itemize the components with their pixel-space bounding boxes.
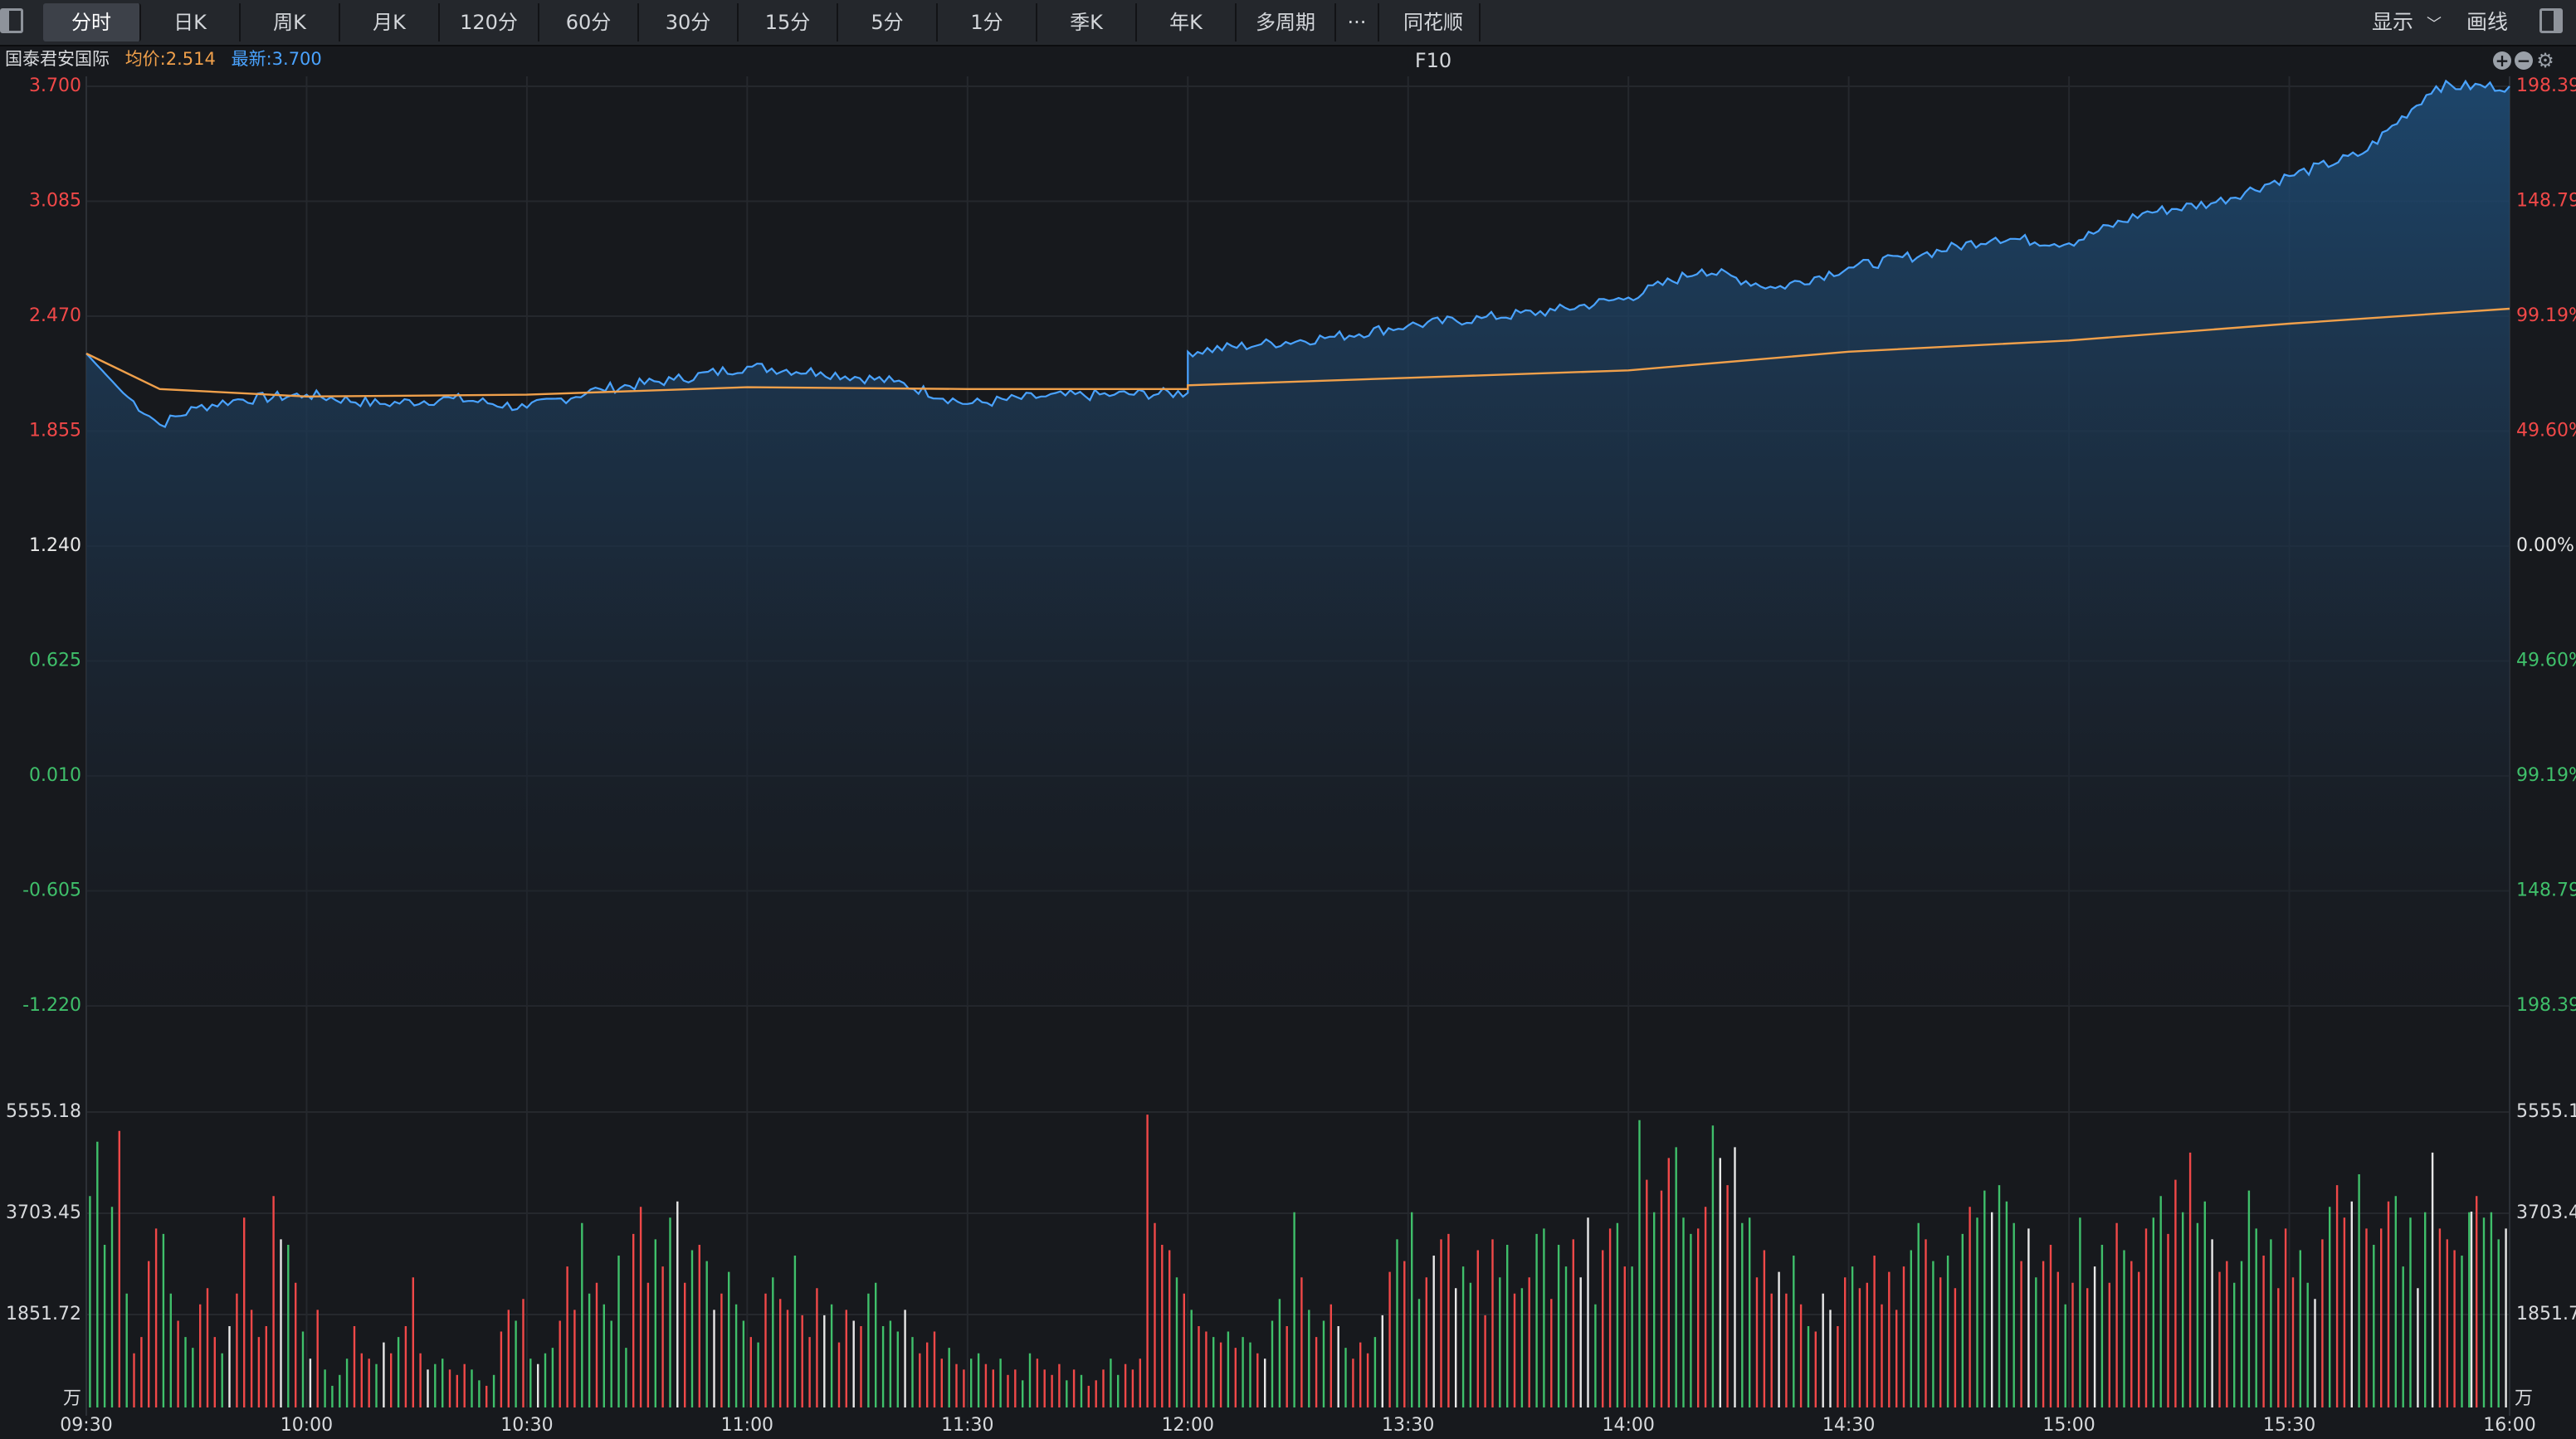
- price-area-fill: [86, 80, 2510, 1006]
- x-tick-8: 14:30: [1822, 1415, 1875, 1436]
- y-tick-left-0: 3.700: [29, 76, 81, 96]
- x-tick-5: 12:00: [1162, 1415, 1214, 1436]
- vol-unit-right: 万: [2515, 1388, 2533, 1409]
- y-tick-left-8: -1.220: [22, 995, 81, 1016]
- x-tick-9: 15:00: [2042, 1415, 2095, 1436]
- y-tick-left-5: 0.625: [29, 651, 81, 671]
- y-tick-right-0: 198.39%: [2516, 76, 2576, 96]
- y-tick-right-2: 99.19%: [2516, 305, 2576, 326]
- y-tick-right-6: 99.19%: [2516, 765, 2576, 786]
- x-tick-10: 15:30: [2263, 1415, 2315, 1436]
- x-tick-4: 11:30: [941, 1415, 993, 1436]
- chart-canvas: 3.700 198.39% 3.085 148.79% 2.470 99.19% 1.855…: [6, 76, 2576, 1436]
- y-tick-left-3: 1.855: [29, 421, 81, 441]
- vol-unit-left: 万: [63, 1388, 81, 1409]
- y-tick-right-5: 49.60%: [2516, 651, 2576, 671]
- x-tick-6: 13:30: [1382, 1415, 1434, 1436]
- vol-tick-right-0: 5555.18: [2516, 1101, 2576, 1122]
- vol-tick-left-1: 3703.45: [6, 1202, 81, 1223]
- vol-tick-right-1: 3703.45: [2516, 1202, 2576, 1223]
- y-tick-right-7: 148.79%: [2516, 880, 2576, 901]
- y-tick-left-6: 0.010: [29, 765, 81, 786]
- y-tick-right-4: 0.00%: [2516, 535, 2574, 556]
- x-tick-1: 10:00: [281, 1415, 333, 1436]
- y-tick-left-1: 3.085: [29, 191, 81, 212]
- y-tick-right-8: 198.39%: [2516, 995, 2576, 1016]
- y-tick-right-3: 49.60%: [2516, 421, 2576, 441]
- x-tick-0: 09:30: [60, 1415, 112, 1436]
- x-tick-3: 11:00: [721, 1415, 773, 1436]
- x-tick-2: 10:30: [500, 1415, 553, 1436]
- y-tick-left-2: 2.470: [29, 305, 81, 326]
- y-tick-left-7: -0.605: [22, 880, 81, 901]
- intraday-chart-window: 分时 日K 周K 月K 120分 60分 30分 15分 5分 1分 季K 年K 多周期 ··· 同花顺F1…: [0, 0, 2576, 1439]
- x-tick-11: 16:00: [2483, 1415, 2535, 1436]
- vol-tick-right-2: 1851.72: [2516, 1304, 2576, 1324]
- vol-tick-left-0: 5555.18: [6, 1101, 81, 1122]
- y-tick-right-1: 148.79%: [2516, 191, 2576, 212]
- x-tick-7: 14:00: [1602, 1415, 1654, 1436]
- y-tick-left-4: 1.240: [29, 535, 81, 556]
- vol-tick-left-2: 1851.72: [6, 1304, 81, 1324]
